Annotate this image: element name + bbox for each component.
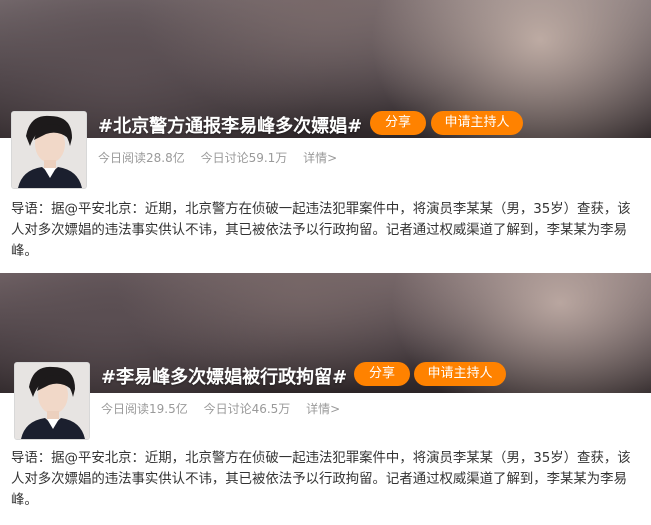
share-button[interactable]: 分享 (354, 362, 410, 386)
topic-card: #北京警方通报李易峰多次嫖娼# 分享 申请主持人 今日阅读28.8亿 今日讨论5… (0, 0, 651, 273)
read-count: 今日阅读19.5亿 (101, 402, 188, 416)
apply-host-button[interactable]: 申请主持人 (431, 111, 523, 135)
discussion-count: 今日讨论46.5万 (203, 402, 291, 416)
topic-intro: 导语：据@平安北京：近期，北京警方在侦破一起违法犯罪案件中，将演员李某某（男，3… (11, 202, 631, 259)
topic-avatar[interactable] (11, 111, 87, 189)
topic-stats: 今日阅读28.8亿 今日讨论59.1万 详情> (98, 149, 349, 166)
topic-card: #李易峰多次嫖娼被行政拘留# 分享 申请主持人 今日阅读19.5亿 今日讨论46… (0, 273, 651, 525)
detail-link[interactable]: 详情> (306, 402, 340, 416)
topic-avatar[interactable] (14, 362, 90, 440)
topic-intro: 导语：据@平安北京：近期，北京警方在侦破一起违法犯罪案件中，将演员李某某（男，3… (11, 451, 631, 508)
topic-stats: 今日阅读19.5亿 今日讨论46.5万 详情> (101, 400, 352, 417)
topic-title[interactable]: #李易峰多次嫖娼被行政拘留# (101, 363, 347, 389)
detail-link[interactable]: 详情> (303, 151, 337, 165)
topic-title[interactable]: #北京警方通报李易峰多次嫖娼# (98, 112, 362, 138)
share-button[interactable]: 分享 (370, 111, 426, 135)
discussion-count: 今日讨论59.1万 (200, 151, 288, 165)
apply-host-button[interactable]: 申请主持人 (414, 362, 506, 386)
read-count: 今日阅读28.8亿 (98, 151, 185, 165)
